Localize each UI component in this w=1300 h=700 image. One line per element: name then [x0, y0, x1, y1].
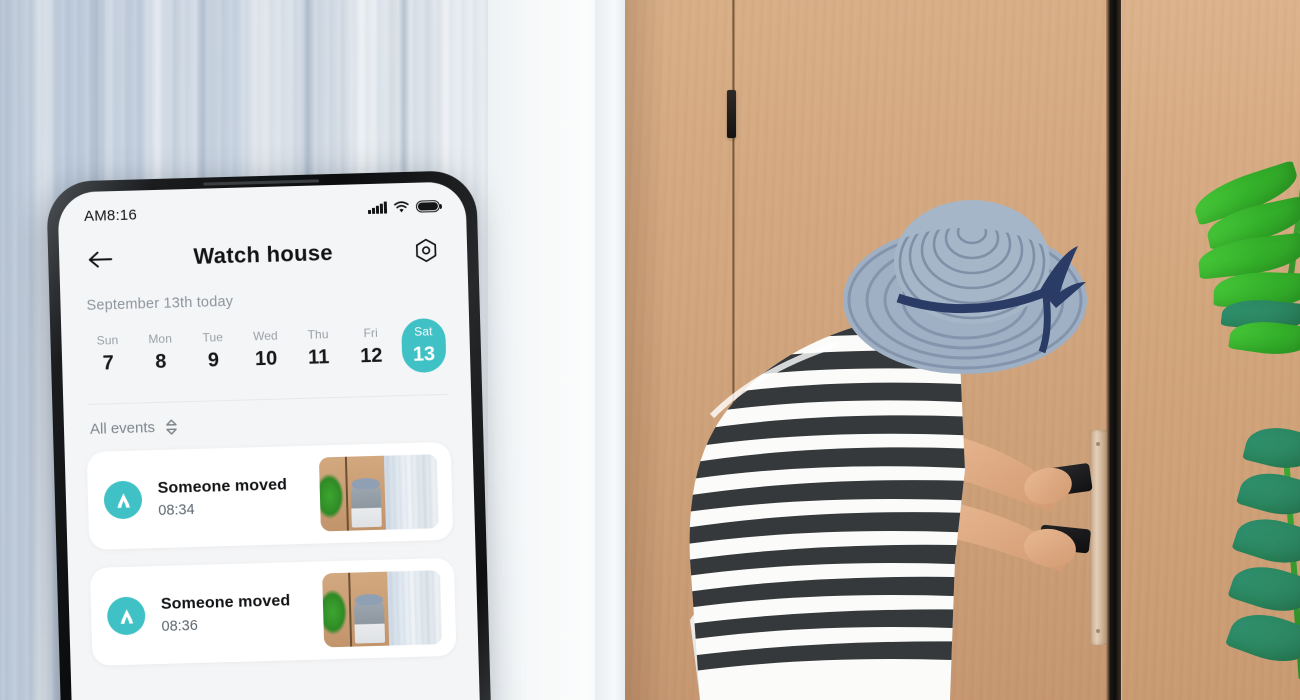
event-thumbnail[interactable]: [322, 570, 443, 648]
event-text: Someone moved 08:34: [157, 475, 320, 519]
phone-screen: AM8:16 Watch house September 13th today …: [57, 181, 483, 700]
event-time: 08:34: [158, 501, 195, 519]
day-cell-sun[interactable]: Sun 7: [85, 327, 130, 382]
week-strip: Sun 7 Mon 8 Tue 9 Wed 10 Thu 11 Fri 12 S…: [61, 303, 471, 382]
smartphone-device: AM8:16 Watch house September 13th today …: [46, 169, 494, 700]
event-thumbnail[interactable]: [318, 454, 439, 532]
day-of-week: Thu: [307, 327, 329, 342]
sort-chevron-icon[interactable]: [165, 418, 178, 435]
event-title: Someone moved: [160, 591, 291, 613]
day-number: 13: [412, 343, 436, 366]
event-time: 08:36: [161, 617, 199, 635]
hex-settings-icon[interactable]: [411, 235, 442, 266]
page-title: Watch house: [193, 240, 334, 269]
phone-bezel: AM8:16 Watch house September 13th today …: [46, 169, 494, 700]
scene-photograph: AM8:16 Watch house September 13th today …: [0, 0, 1300, 700]
day-cell-sat-selected[interactable]: Sat 13: [400, 317, 447, 374]
day-cell-mon[interactable]: Mon 8: [138, 325, 183, 380]
event-title: Someone moved: [157, 475, 288, 497]
status-time: AM8:16: [83, 205, 138, 225]
day-number: 12: [359, 344, 383, 368]
motion-detected-icon: [103, 480, 143, 520]
day-number: 7: [102, 352, 115, 375]
battery-icon: [415, 200, 441, 213]
motion-detected-icon: [106, 596, 146, 636]
day-of-week: Fri: [363, 325, 379, 341]
day-of-week: Sun: [96, 333, 119, 348]
day-of-week: Mon: [148, 331, 173, 347]
day-cell-tue[interactable]: Tue 9: [190, 324, 235, 379]
day-number: 9: [207, 349, 220, 372]
day-number: 10: [254, 347, 278, 371]
day-cell-thu[interactable]: Thu 11: [296, 321, 341, 376]
wifi-icon: [394, 201, 409, 213]
day-cell-wed[interactable]: Wed 10: [243, 322, 288, 377]
day-cell-fri[interactable]: Fri 12: [348, 319, 393, 374]
day-of-week: Tue: [202, 330, 224, 345]
event-card[interactable]: Someone moved 08:34: [86, 441, 454, 550]
event-card[interactable]: Someone moved 08:36: [89, 557, 457, 666]
events-list: Someone moved 08:34 Someone moved 08:36: [64, 427, 478, 666]
signal-icon: [368, 201, 388, 215]
day-number: 11: [307, 346, 330, 369]
day-of-week: Wed: [252, 328, 279, 344]
back-arrow-icon[interactable]: [85, 244, 116, 275]
event-text: Someone moved 08:36: [161, 591, 324, 635]
status-icons: [368, 200, 441, 215]
day-number: 8: [154, 350, 167, 374]
day-of-week: Sat: [413, 324, 433, 339]
filter-label: All events: [89, 419, 156, 438]
